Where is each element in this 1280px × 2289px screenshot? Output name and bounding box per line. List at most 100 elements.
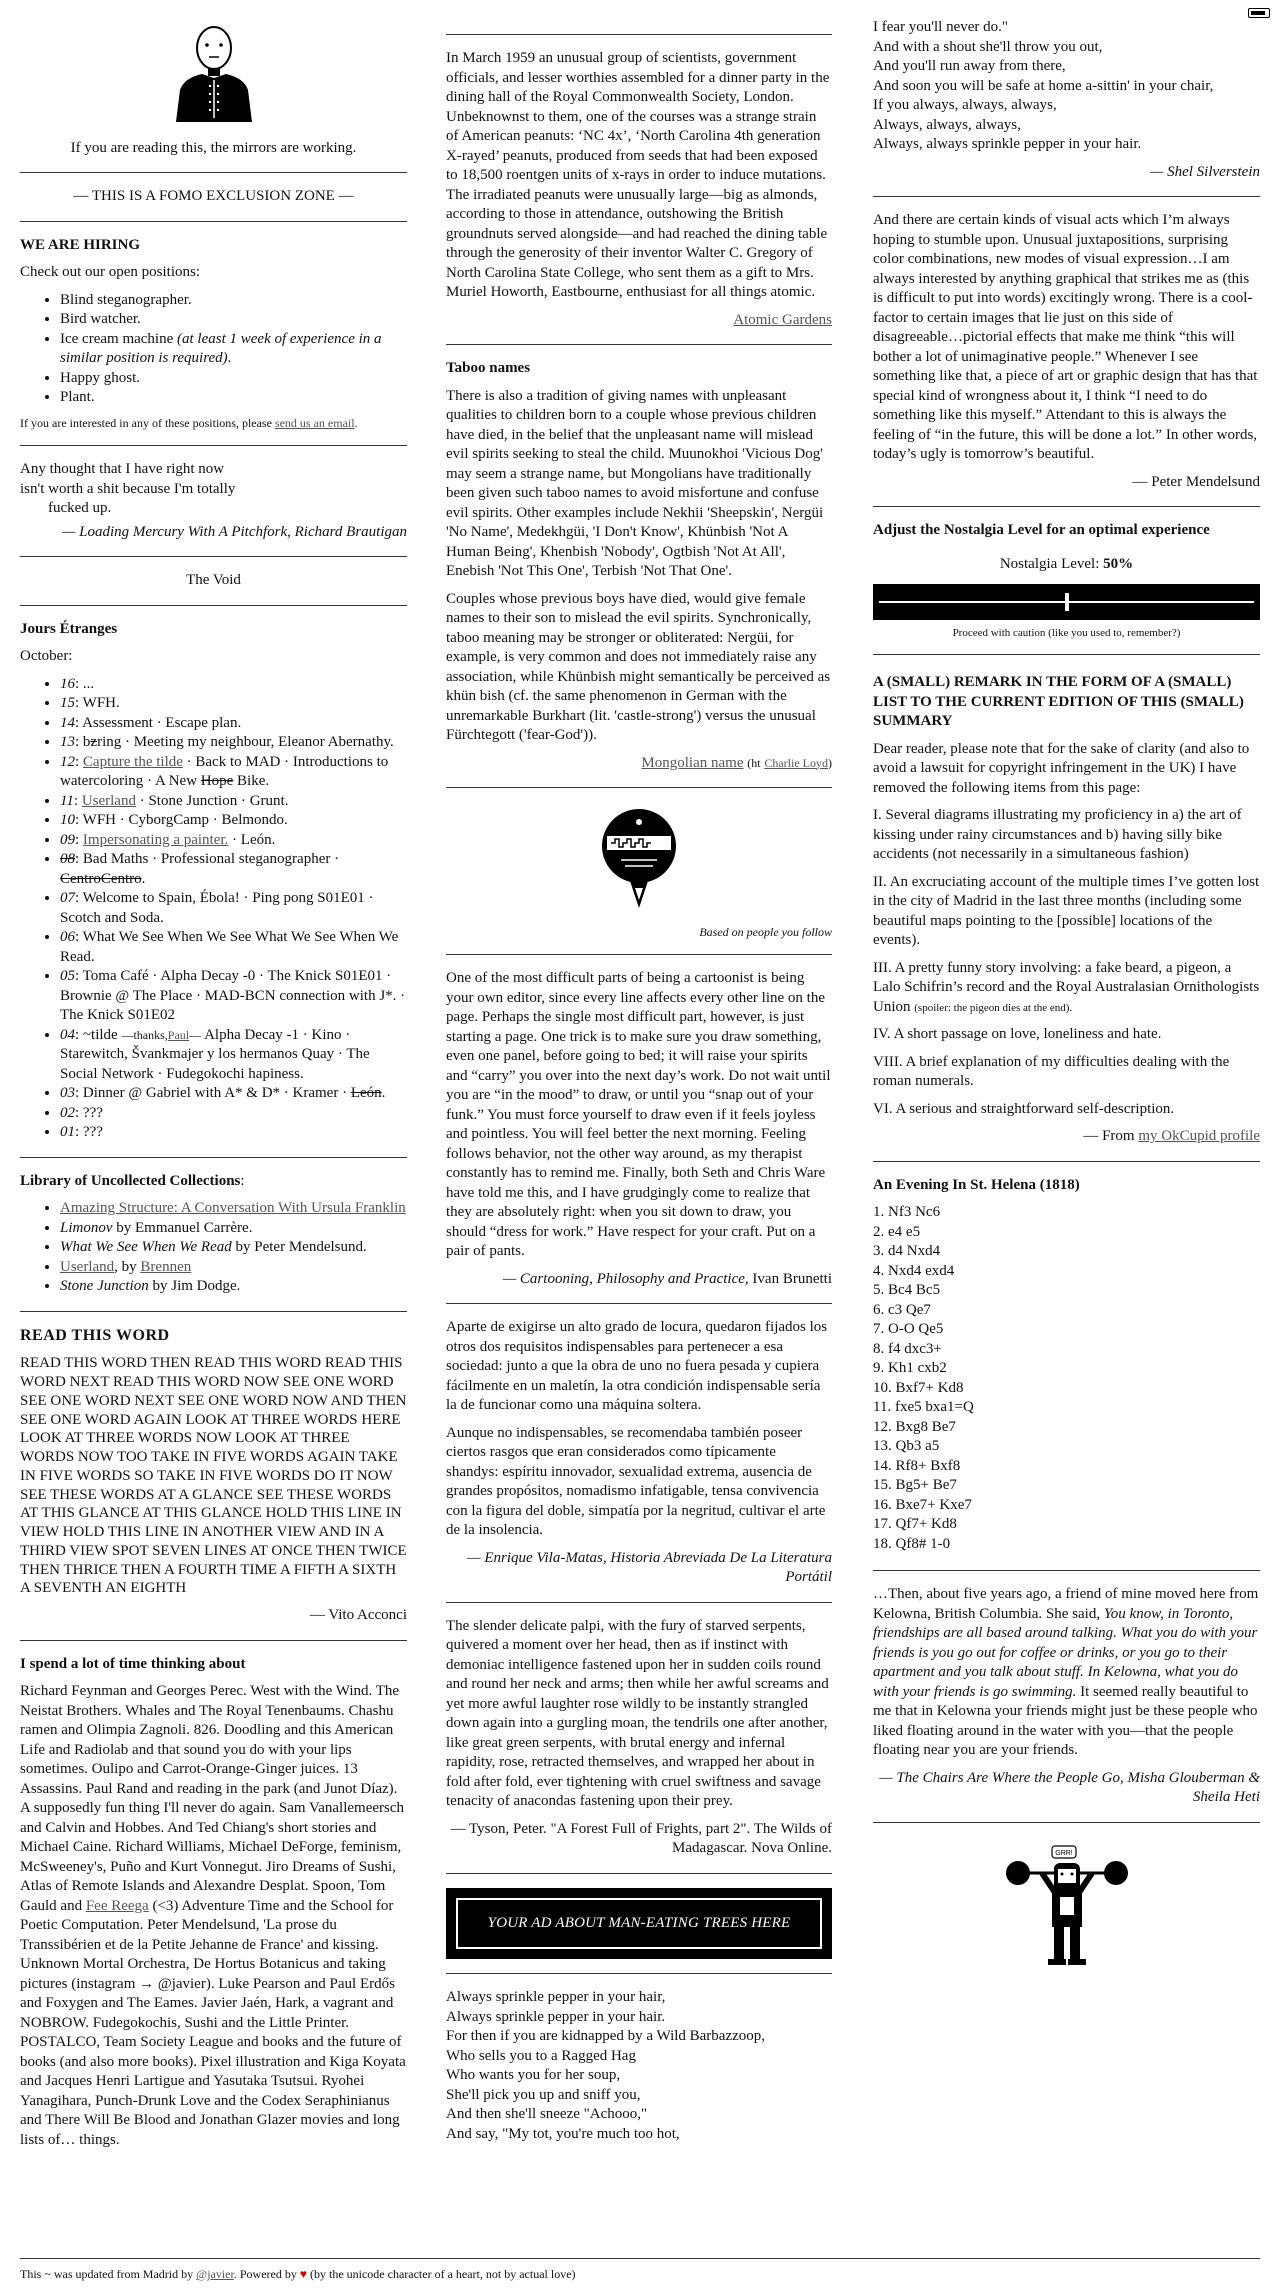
library-item: What We See When We Read by Peter Mendel… <box>60 1238 407 1258</box>
chess-move: 7. O-O Qe5 <box>873 1321 944 1338</box>
strongman-barbell-icon: GRR! <box>1005 1845 1128 1965</box>
atomic-source: Atomic Gardens <box>446 311 832 331</box>
library-link[interactable]: Userland <box>60 1259 114 1275</box>
chess-move: 17. Qf7+ Kd8 <box>873 1516 957 1533</box>
chess-move: 5. Bc4 Bc5 <box>873 1282 941 1299</box>
jours-month: October: <box>20 648 73 665</box>
nostalgia-readout: Nostalgia Level: 50% <box>999 555 1134 572</box>
remark-item: III. A pretty funny story involving: a f… <box>873 959 1260 1015</box>
ad-text[interactable]: YOUR AD ABOUT MAN-EATING TREES HERE <box>456 1897 822 1950</box>
divider <box>20 1639 407 1641</box>
pepper-poem: Always sprinkle pepper in your hair, Alw… <box>446 1989 766 2142</box>
read-word-body: READ THIS WORD THEN READ THIS WORD READ … <box>20 1355 407 1597</box>
okcupid-link[interactable]: my OkCupid profile <box>1138 1128 1260 1144</box>
divider <box>446 34 832 35</box>
hiring-intro: Check out our open positions: <box>20 264 200 280</box>
chess-move: 18. Qf8# 1-0 <box>873 1535 951 1552</box>
chess-move: 15. Bg5+ Be7 <box>873 1477 957 1494</box>
jours-item: 03: Dinner @ Gabriel with A* & D* · Kram… <box>60 1084 407 1104</box>
divider <box>20 220 407 222</box>
heart-icon: ♥ <box>299 2267 307 2281</box>
jours-item: 10: WFH · CyborgCamp · Belmondo. <box>60 811 407 831</box>
footer: This ~ was updated from Madrid by @javie… <box>20 2258 1260 2283</box>
divider <box>20 556 407 558</box>
kelowna-body: …Then, about five years ago, a friend of… <box>873 1586 1259 1759</box>
fee-reega-link[interactable]: Fee Reega <box>86 1898 149 1914</box>
library-link[interactable]: Amazing Structure: A Conversation With U… <box>60 1200 406 1216</box>
job-label: Ice cream machine <box>60 330 174 347</box>
remark-item: I. Several diagrams illustrating my prof… <box>873 807 1242 863</box>
read-word-title: READ THIS WORD <box>20 1326 170 1344</box>
based-on-caption: Based on people you follow <box>699 924 832 939</box>
nostalgia-caution: Proceed with caution (like you used to, … <box>952 627 1181 639</box>
library-item: Userland, by Brennen <box>60 1258 407 1278</box>
nostalgia-title: Adjust the Nostalgia Level for an optima… <box>873 522 1210 538</box>
middle-column: In March 1959 an unusual group of scient… <box>446 0 832 2152</box>
divider <box>20 1310 407 1312</box>
library-list: Amazing Structure: A Conversation With U… <box>20 1199 407 1297</box>
fomo-banner: — THIS IS A FOMO EXCLUSION ZONE — <box>73 188 354 204</box>
bald-man-avatar-icon <box>175 26 252 122</box>
pepper-poem-continued: I fear you'll never do." And with a shou… <box>873 19 1214 152</box>
taboo-source: Mongolian name (ht Charlie Loyd) <box>641 754 832 771</box>
chess-move: 9. Kh1 cxb2 <box>873 1360 947 1377</box>
divider <box>20 445 407 447</box>
chess-title: An Evening In St. Helena (1818) <box>873 1176 1080 1193</box>
divider <box>873 196 1260 197</box>
remark-item: VI. A serious and straightforward self-d… <box>873 1100 1175 1117</box>
hiring-note: If you are interested in any of these po… <box>20 415 358 430</box>
divider <box>873 1570 1260 1572</box>
mongolian-name-link[interactable]: Mongolian name <box>641 755 743 771</box>
slider-thumb[interactable] <box>1064 593 1069 611</box>
jours-title: Jours Étranges <box>20 620 118 637</box>
divider <box>20 1156 407 1158</box>
spoiler: (spoiler: the pigeon dies at the end). <box>914 1001 1073 1014</box>
job-item: Plant. <box>60 388 407 408</box>
medallion <box>446 802 832 919</box>
hiring-title: WE ARE HIRING <box>20 236 141 253</box>
quote-attribution: — Loading Mercury With A Pitchfork, Rich… <box>62 523 407 540</box>
chess-move: 16. Bxe7+ Kxe7 <box>873 1496 972 1513</box>
frights-body: The slender delicate palpi, with the fur… <box>446 1617 829 1810</box>
remark-item: VIII. A brief explanation of my difficul… <box>873 1053 1230 1090</box>
jours-link[interactable]: Userland <box>82 793 136 809</box>
job-item: Bird watcher. <box>60 310 407 330</box>
atomic-body: In March 1959 an unusual group of scient… <box>446 50 830 300</box>
thanks-link[interactable]: Paul <box>168 1028 189 1042</box>
author-link[interactable]: Brennen <box>140 1259 191 1275</box>
jours-item: 15: WFH. <box>60 694 407 714</box>
charlie-loyd-link[interactable]: Charlie Loyd <box>764 756 828 770</box>
nostalgia-value: 50% <box>1103 555 1134 572</box>
remark-item: IV. A short passage on love, loneliness … <box>873 1026 1162 1043</box>
jours-item: 11: Userland · Stone Junction · Grunt. <box>60 792 407 812</box>
atomic-gardens-link[interactable]: Atomic Gardens <box>733 312 832 328</box>
remark-title: A (SMALL) REMARK IN THE FORM OF A (SMALL… <box>873 674 1244 730</box>
right-column: I fear you'll never do." And with a shou… <box>873 0 1260 1979</box>
library-item: Amazing Structure: A Conversation With U… <box>60 1199 407 1219</box>
divider <box>446 1601 832 1603</box>
divider <box>446 1973 832 1975</box>
brautigan-quote: Any thought that I have right now isn't … <box>20 460 407 542</box>
library-title: Library of Uncollected Collections: <box>20 1172 245 1189</box>
thinking-body: Richard Feynman and Georges Perec. West … <box>20 1683 406 2148</box>
mendelsund-attribution: — Peter Mendelsund <box>1132 473 1260 490</box>
javier-link[interactable]: @javier <box>196 2267 234 2281</box>
divider <box>873 506 1260 507</box>
ad-banner[interactable]: YOUR AD ABOUT MAN-EATING TREES HERE <box>446 1887 832 1960</box>
divider <box>446 1872 832 1874</box>
email-link[interactable]: send us an email <box>275 416 355 430</box>
remark-item: II. An excruciating account of the multi… <box>873 873 1260 949</box>
mirror-caption: If you are reading this, the mirrors are… <box>70 139 357 156</box>
hiring-note-text: If you are interested in any of these po… <box>20 415 272 430</box>
jours-list: 16: ... 15: WFH. 14: Assessment · Escape… <box>20 675 407 1143</box>
nostalgia-slider[interactable] <box>873 584 1260 620</box>
divider <box>873 1160 1260 1162</box>
jours-link[interactable]: Impersonating a painter. <box>83 832 228 848</box>
chess-move: 14. Rf8+ Bxf8 <box>873 1457 961 1474</box>
jours-item: 01: ??? <box>60 1123 407 1143</box>
library-item: Stone Junction by Jim Dodge. <box>60 1277 407 1297</box>
jours-link[interactable]: Capture the tilde <box>83 754 183 770</box>
chess-move: 1. Nf3 Nc6 <box>873 1204 941 1221</box>
taboo-p1: There is also a tradition of giving name… <box>446 387 824 580</box>
vila-attribution: — Enrique Vila-Matas, Historia Abreviada… <box>467 1549 832 1586</box>
